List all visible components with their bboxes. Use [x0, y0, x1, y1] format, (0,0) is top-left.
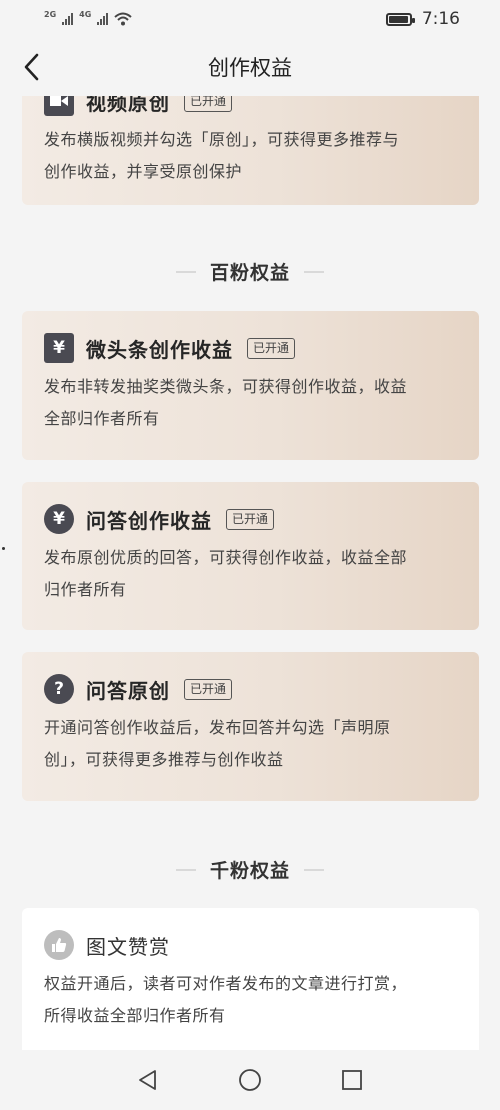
card-description: 权益开通后，读者可对作者发布的文章进行打赏， 所得收益全部归作者所有 — [44, 974, 408, 1025]
back-button[interactable] — [18, 52, 48, 82]
network-type-1: 2G — [44, 9, 57, 19]
network-type-2: 4G — [79, 9, 92, 19]
card-description: 发布原创优质的回答，可获得创作收益，收益全部 归作者所有 — [44, 548, 408, 599]
section-title: 百粉权益 — [209, 262, 290, 284]
question-icon: ? — [44, 674, 74, 704]
battery-icon — [385, 12, 415, 26]
section-header: 百粉权益 — [0, 258, 500, 285]
section-header: 千粉权益 — [0, 856, 500, 883]
card-title: 图文赞赏 — [86, 934, 170, 959]
status-badge: 已开通 — [184, 96, 233, 112]
status-bar: 2G 4G 7:16 — [0, 0, 500, 38]
navigation-bar — [0, 1050, 500, 1110]
page-title: 创作权益 — [208, 56, 292, 80]
status-badge: 已开通 — [247, 337, 296, 359]
signal-icon — [97, 13, 109, 25]
card-qa-original[interactable]: ? 问答原创 已开通 开通问答创作收益后，发布回答并勾选「声明原 创」，可获得更… — [22, 652, 479, 801]
status-badge: 已开通 — [226, 508, 275, 530]
divider — [175, 270, 196, 273]
thumbs-up-icon — [44, 930, 74, 960]
card-video-original[interactable]: 视频原创 已开通 发布横版视频并勾选「原创」，可获得更多推荐与 创作收益，并享受… — [22, 96, 479, 205]
wifi-icon — [114, 12, 132, 26]
card-micro-headline-income[interactable]: ¥ 微头条创作收益 已开通 发布非转发抽奖类微头条，可获得创作收益，收益 全部归… — [22, 311, 479, 460]
status-badge: 已开通 — [184, 678, 233, 700]
section-title: 千粉权益 — [209, 860, 290, 882]
divider — [304, 270, 324, 273]
card-qa-income[interactable]: ¥ 问答创作收益 已开通 发布原创优质的回答，可获得创作收益，收益全部 归作者所… — [22, 482, 479, 630]
nav-recent-button[interactable] — [337, 1065, 367, 1095]
nav-back-button[interactable] — [133, 1065, 163, 1095]
yuan-circle-icon: ¥ — [44, 504, 74, 534]
card-title: 视频原创 — [86, 96, 170, 115]
nav-home-button[interactable] — [235, 1065, 265, 1095]
card-title: 微头条创作收益 — [86, 337, 233, 362]
nav-home-icon — [239, 1069, 261, 1091]
yuan-icon: ¥ — [44, 333, 74, 363]
chevron-left-icon — [24, 53, 39, 81]
divider — [175, 868, 196, 871]
card-title: 问答原创 — [86, 678, 170, 703]
nav-recent-icon — [342, 1070, 362, 1090]
content-scroll[interactable]: 视频原创 已开通 发布横版视频并勾选「原创」，可获得更多推荐与 创作收益，并享受… — [0, 96, 500, 1050]
divider — [304, 868, 324, 871]
card-article-tipping[interactable]: 图文赞赏 权益开通后，读者可对作者发布的文章进行打赏， 所得收益全部归作者所有 — [22, 908, 479, 1050]
card-description: 开通问答创作收益后，发布回答并勾选「声明原 创」，可获得更多推荐与创作收益 — [44, 718, 391, 769]
video-icon — [44, 96, 74, 116]
signal-group: 2G 4G — [44, 9, 132, 26]
card-title: 问答创作收益 — [86, 508, 212, 533]
title-bar: 创作权益 — [0, 38, 500, 96]
nav-back-icon — [139, 1070, 156, 1090]
signal-icon — [62, 13, 74, 25]
card-description: 发布非转发抽奖类微头条，可获得创作收益，收益 全部归作者所有 — [44, 377, 408, 428]
card-description: 发布横版视频并勾选「原创」，可获得更多推荐与 创作收益，并享受原创保护 — [44, 130, 400, 181]
clock: 7:16 — [421, 9, 460, 29]
